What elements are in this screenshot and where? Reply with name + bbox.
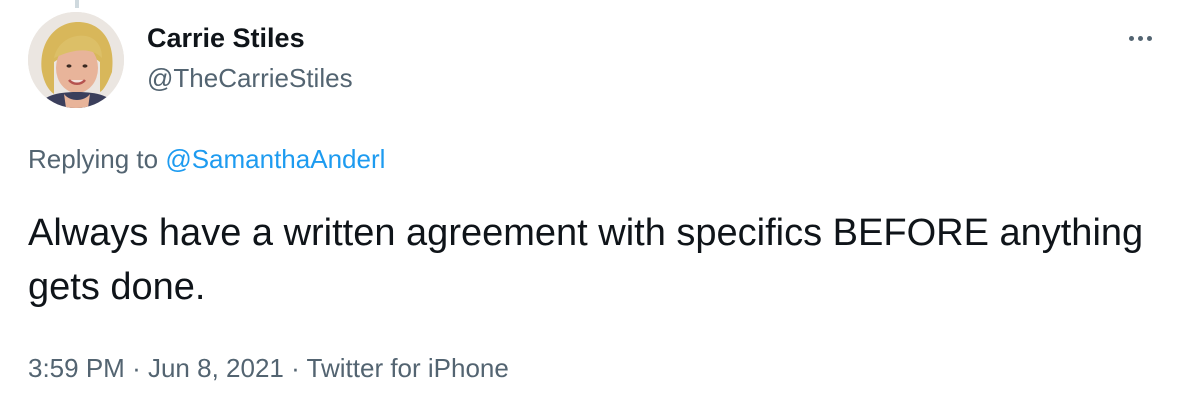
reply-mention-link[interactable]: @SamanthaAnderl bbox=[165, 144, 385, 174]
tweet-source-link[interactable]: Twitter for iPhone bbox=[307, 353, 509, 383]
replying-to-line: Replying to @SamanthaAnderl bbox=[28, 143, 385, 175]
meta-separator: · bbox=[132, 353, 141, 383]
meta-separator: · bbox=[291, 353, 300, 383]
author-handle[interactable]: @TheCarrieStiles bbox=[147, 62, 353, 94]
author-display-name[interactable]: Carrie Stiles bbox=[147, 22, 353, 54]
thread-connector-line bbox=[75, 0, 79, 8]
tweet-time-link[interactable]: 3:59 PM · Jun 8, 2021 bbox=[28, 353, 284, 383]
avatar[interactable] bbox=[28, 12, 124, 108]
tweet-time: 3:59 PM bbox=[28, 353, 125, 383]
tweet-author: Carrie Stiles @TheCarrieStiles bbox=[147, 22, 353, 94]
avatar-image bbox=[28, 12, 124, 108]
tweet-metadata: 3:59 PM · Jun 8, 2021 · Twitter for iPho… bbox=[28, 352, 509, 384]
tweet-date: Jun 8, 2021 bbox=[147, 353, 284, 383]
more-horizontal-icon bbox=[1127, 35, 1154, 41]
tweet-text: Always have a written agreement with spe… bbox=[28, 212, 1144, 308]
more-options-button[interactable] bbox=[1118, 20, 1162, 56]
replying-to-label: Replying to bbox=[28, 144, 159, 174]
